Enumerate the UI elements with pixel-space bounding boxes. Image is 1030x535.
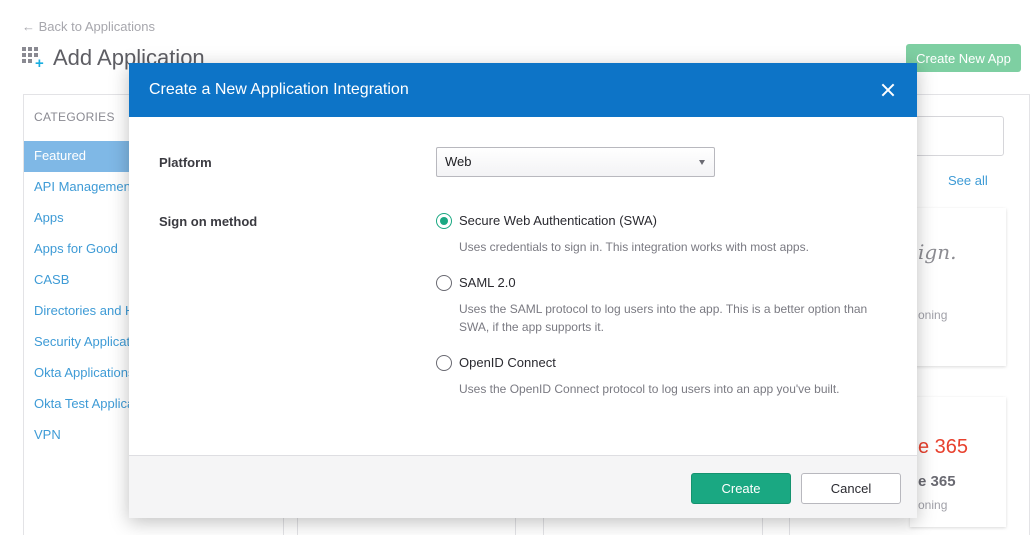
app-card-name: e 365 [918,473,956,490]
category-item[interactable]: Apps [24,203,134,234]
option-description: Uses credentials to sign in. This integr… [459,240,809,254]
dialog-footer: Create Cancel [129,455,917,518]
create-button[interactable]: Create [691,473,791,504]
cancel-button[interactable]: Cancel [801,473,901,504]
option-label[interactable]: Secure Web Authentication (SWA) [459,213,657,228]
option-label[interactable]: OpenID Connect [459,355,556,370]
category-item[interactable]: VPN [24,420,134,451]
app-card-subtitle: oning [918,308,948,322]
option-description: Uses the OpenID Connect protocol to log … [459,382,840,396]
back-to-applications-link[interactable]: ← Back to Applications [22,19,155,34]
app-card[interactable] [910,208,1006,366]
app-card-subtitle: oning [918,498,948,512]
dialog-title: Create a New Application Integration [149,81,409,98]
add-apps-icon: + [22,47,46,71]
saml-radio[interactable] [436,275,452,291]
category-item[interactable]: Security Applications [24,327,134,358]
create-app-integration-dialog: Create a New Application Integration Pla… [129,63,917,518]
dialog-header: Create a New Application Integration [129,63,917,117]
platform-label: Platform [159,155,212,170]
create-new-app-button[interactable]: Create New App [906,44,1021,72]
category-item[interactable]: Apps for Good [24,234,134,265]
sign-on-method-label: Sign on method [159,214,258,229]
category-item[interactable]: Okta Test Applications [24,389,134,420]
categories-heading: CATEGORIES [34,110,115,124]
close-icon[interactable] [879,81,897,99]
platform-select-value: Web [445,154,472,169]
catalog-search-input[interactable] [910,116,1004,156]
see-all-link[interactable]: See all [948,173,988,188]
option-description: Uses the SAML protocol to log users into… [459,302,868,334]
category-item[interactable]: Directories and HR Systems [24,296,134,327]
divider [515,515,516,535]
category-list: Featured API Management Apps Apps for Go… [24,141,134,451]
platform-select[interactable]: Web [436,147,715,177]
option-label[interactable]: SAML 2.0 [459,275,516,290]
divider [789,515,790,535]
app-logo: ign. [918,240,957,264]
divider [543,515,544,535]
app-logo: e 365 [918,436,969,458]
openid-radio[interactable] [436,355,452,371]
dropdown-arrow-icon [699,160,705,165]
divider [283,515,284,535]
category-item[interactable]: Featured [24,141,134,172]
category-item[interactable]: API Management [24,172,134,203]
category-item[interactable]: Okta Applications [24,358,134,389]
divider [762,515,763,535]
divider [297,515,298,535]
swa-radio[interactable] [436,213,452,229]
category-item[interactable]: CASB [24,265,134,296]
